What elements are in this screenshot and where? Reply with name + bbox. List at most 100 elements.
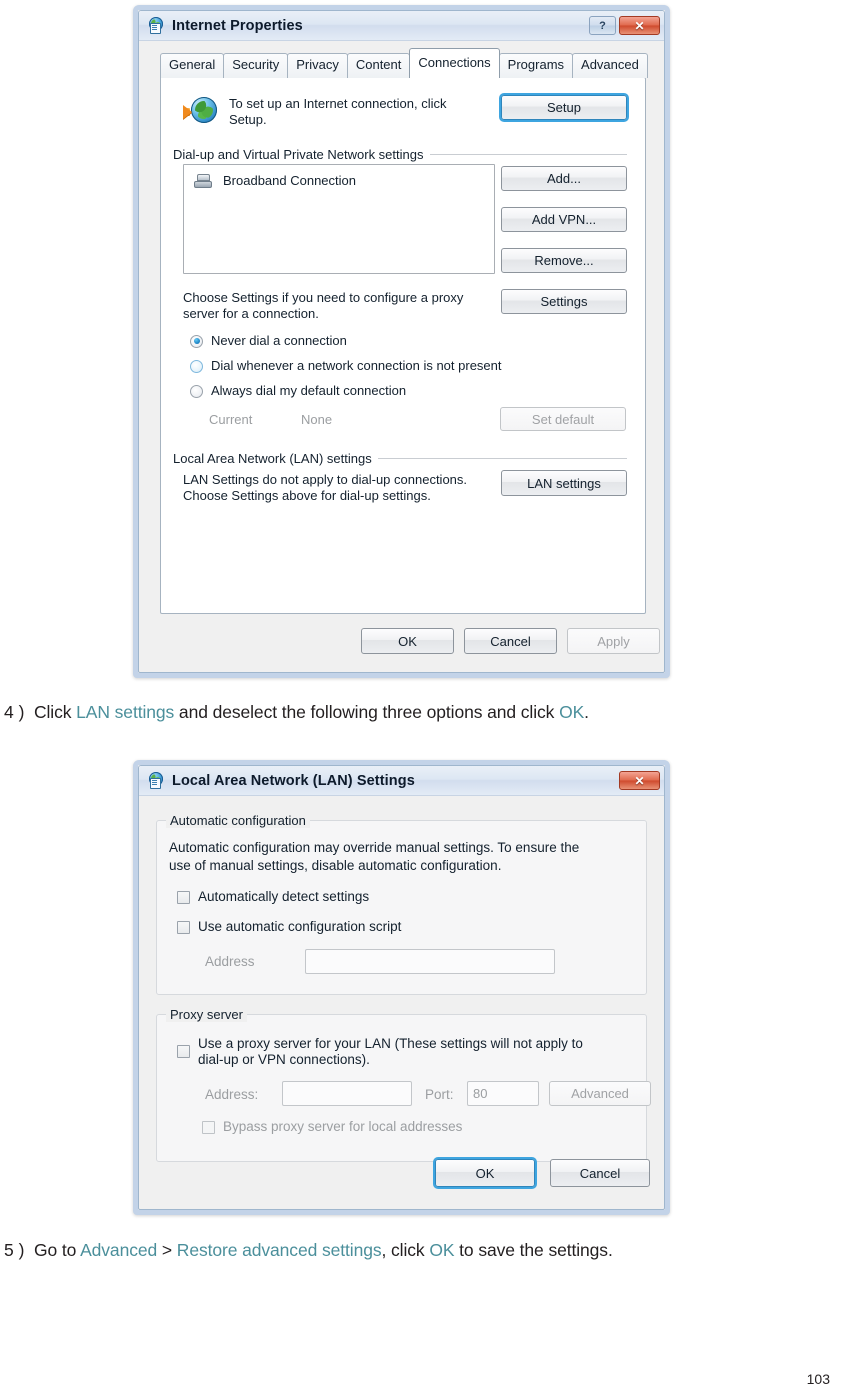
- auto-config-description-line1: Automatic configuration may override man…: [169, 840, 580, 855]
- step-4-part1: Click: [33, 702, 77, 722]
- auto-config-address-label: Address: [205, 954, 255, 969]
- page-number: 103: [806, 1371, 830, 1387]
- tab-programs[interactable]: Programs: [498, 53, 574, 78]
- tab-connections[interactable]: Connections: [409, 48, 500, 78]
- checkbox-auto-detect-settings-label: Automatically detect settings: [198, 889, 370, 904]
- radio-always-dial-label: Always dial my default connection: [211, 383, 407, 398]
- checkbox-auto-config-script-box[interactable]: [177, 920, 190, 934]
- proxy-server-label: Proxy server: [166, 1007, 247, 1022]
- lan-settings-body: Automatic configuration Automatic config…: [139, 796, 664, 1209]
- close-icon[interactable]: ✕: [619, 16, 660, 35]
- radio-always-dial[interactable]: Always dial my default connection: [190, 383, 406, 399]
- step-5-link-advanced[interactable]: Advanced: [80, 1240, 157, 1260]
- auto-config-address-input[interactable]: [305, 949, 555, 974]
- internet-properties-dialog: Internet Properties ? ✕ General Security…: [133, 5, 670, 678]
- tab-content[interactable]: Content: [346, 53, 411, 78]
- current-value: None: [301, 412, 333, 427]
- checkbox-bypass-proxy-box[interactable]: [202, 1120, 215, 1134]
- internet-properties-titlebar: Internet Properties ? ✕: [139, 11, 664, 41]
- lan-settings-dialog: Local Area Network (LAN) Settings ✕ Auto…: [133, 760, 670, 1215]
- cancel-button[interactable]: Cancel: [464, 628, 557, 654]
- checkbox-use-proxy-server[interactable]: Use a proxy server for your LAN (These s…: [177, 1036, 583, 1068]
- lan-settings-titlebar: Local Area Network (LAN) Settings ✕: [139, 766, 664, 796]
- step-5-part2: >: [157, 1240, 177, 1260]
- automatic-configuration-label: Automatic configuration: [166, 813, 310, 828]
- step-5-link-restore-advanced-settings[interactable]: Restore advanced settings: [177, 1240, 382, 1260]
- current-label: Current: [209, 412, 253, 427]
- connection-name: Broadband Connection: [223, 173, 356, 188]
- dialup-group-divider: [429, 154, 627, 155]
- step-4-part2: and deselect the following three options…: [174, 702, 560, 722]
- step-4-number: 4 ): [4, 702, 25, 722]
- proxy-server-group: Proxy server Use a proxy server for your…: [156, 1007, 651, 1162]
- step-4-link-ok[interactable]: OK: [559, 702, 584, 722]
- internet-setup-icon: [183, 96, 217, 126]
- choose-settings-line2: server for a connection.: [183, 306, 319, 321]
- step-5-instruction: 5 ) Go to Advanced > Restore advanced se…: [4, 1240, 613, 1261]
- checkbox-auto-config-script-label: Use automatic configuration script: [198, 919, 402, 934]
- radio-dial-when-no-network[interactable]: Dial whenever a network connection is no…: [190, 358, 502, 374]
- step-5-link-ok[interactable]: OK: [429, 1240, 454, 1260]
- tabstrip: General Security Privacy Content Connect…: [160, 48, 648, 78]
- lan-ok-button[interactable]: OK: [435, 1159, 535, 1187]
- lan-description-line2: Choose Settings above for dial-up settin…: [183, 488, 431, 503]
- proxy-port-input[interactable]: 80: [467, 1081, 539, 1106]
- checkbox-auto-detect-settings[interactable]: Automatically detect settings: [177, 889, 369, 905]
- radio-always-dial-indicator[interactable]: [190, 384, 203, 398]
- proxy-port-label: Port:: [425, 1087, 454, 1102]
- automatic-configuration-group: Automatic configuration Automatic config…: [156, 813, 647, 995]
- tab-privacy[interactable]: Privacy: [287, 53, 348, 78]
- add-button[interactable]: Add...: [501, 166, 627, 191]
- add-vpn-button[interactable]: Add VPN...: [501, 207, 627, 232]
- lan-settings-button[interactable]: LAN settings: [501, 470, 627, 496]
- lan-group-header: Local Area Network (LAN) settings: [173, 451, 627, 466]
- radio-never-dial-indicator[interactable]: [190, 334, 203, 348]
- lan-group-divider: [377, 458, 627, 459]
- step-5-part1: Go to: [33, 1240, 81, 1260]
- connection-listbox[interactable]: Broadband Connection: [183, 164, 495, 274]
- radio-dial-when-no-network-indicator[interactable]: [190, 359, 203, 373]
- lan-settings-icon: [148, 772, 165, 789]
- remove-button[interactable]: Remove...: [501, 248, 627, 273]
- step-5-part3: , click: [381, 1240, 430, 1260]
- list-item[interactable]: Broadband Connection: [184, 165, 494, 189]
- checkbox-use-proxy-server-label-line1: Use a proxy server for your LAN (These s…: [198, 1036, 583, 1051]
- connections-tab-panel: To set up an Internet connection, click …: [160, 77, 646, 614]
- checkbox-auto-detect-settings-box[interactable]: [177, 890, 190, 904]
- settings-button[interactable]: Settings: [501, 289, 627, 314]
- lan-description-line1: LAN Settings do not apply to dial-up con…: [183, 472, 468, 487]
- lan-cancel-button[interactable]: Cancel: [550, 1159, 650, 1187]
- ok-button[interactable]: OK: [361, 628, 454, 654]
- internet-properties-body: General Security Privacy Content Connect…: [139, 41, 664, 672]
- modem-icon: [194, 174, 212, 188]
- choose-settings-line1: Choose Settings if you need to configure…: [183, 290, 464, 305]
- checkbox-bypass-proxy[interactable]: Bypass proxy server for local addresses: [202, 1119, 462, 1135]
- internet-properties-title: Internet Properties: [172, 17, 303, 34]
- step-4-instruction: 4 ) Click LAN settings and deselect the …: [4, 702, 589, 723]
- lan-settings-dialog-inner: Local Area Network (LAN) Settings ✕ Auto…: [138, 765, 665, 1210]
- radio-never-dial[interactable]: Never dial a connection: [190, 333, 347, 349]
- lan-settings-title: Local Area Network (LAN) Settings: [172, 772, 415, 789]
- help-icon[interactable]: ?: [589, 16, 616, 35]
- checkbox-use-proxy-server-box[interactable]: [177, 1045, 190, 1058]
- step-5-part4: to save the settings.: [454, 1240, 613, 1260]
- checkbox-auto-config-script[interactable]: Use automatic configuration script: [177, 919, 401, 935]
- tab-advanced[interactable]: Advanced: [572, 53, 648, 78]
- apply-button: Apply: [567, 628, 660, 654]
- proxy-address-input[interactable]: [282, 1081, 412, 1106]
- checkbox-bypass-proxy-label: Bypass proxy server for local addresses: [223, 1119, 463, 1134]
- set-default-button: Set default: [500, 407, 626, 431]
- setup-row: To set up an Internet connection, click …: [183, 96, 479, 128]
- lan-group-label: Local Area Network (LAN) settings: [173, 451, 378, 466]
- proxy-advanced-button: Advanced: [549, 1081, 651, 1106]
- step-5-number: 5 ): [4, 1240, 25, 1260]
- tab-security[interactable]: Security: [223, 53, 289, 78]
- tab-general[interactable]: General: [160, 53, 225, 78]
- close-icon[interactable]: ✕: [619, 771, 660, 790]
- dialup-group-header: Dial-up and Virtual Private Network sett…: [173, 147, 627, 162]
- internet-properties-dialog-inner: Internet Properties ? ✕ General Security…: [138, 10, 665, 673]
- radio-dial-when-no-network-label: Dial whenever a network connection is no…: [211, 358, 502, 373]
- setup-button[interactable]: Setup: [501, 95, 627, 120]
- radio-never-dial-label: Never dial a connection: [211, 333, 347, 348]
- step-4-link-lan-settings[interactable]: LAN settings: [76, 702, 174, 722]
